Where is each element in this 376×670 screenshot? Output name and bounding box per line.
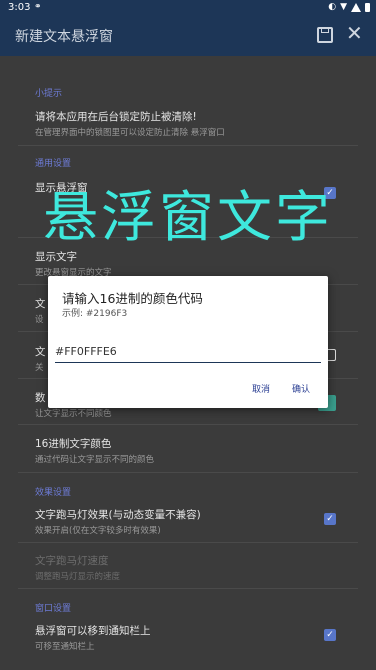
confirm-button[interactable]: 确认: [292, 382, 310, 395]
item-subtitle: 设: [35, 315, 44, 325]
item-title: 文字跑马灯效果(与动态变量不兼容): [35, 509, 201, 521]
item-title: 文字跑马灯速度: [35, 555, 109, 567]
section-window: 窗口设置: [35, 604, 72, 614]
page-title: 新建文本悬浮窗: [15, 29, 113, 45]
divider: [18, 588, 358, 589]
close-icon[interactable]: ✕: [346, 23, 363, 43]
battery-icon: [365, 2, 370, 12]
status-time: 3:03: [8, 2, 31, 13]
checkbox-marquee[interactable]: ✓: [324, 513, 336, 525]
list-item-notif-bar[interactable]: 悬浮窗可以移到通知栏上 可移至通知栏上: [35, 623, 151, 652]
list-item-text-b[interactable]: 文 关: [35, 344, 46, 373]
divider: [18, 145, 358, 146]
divider: [18, 424, 358, 425]
status-bar: 3:03 ⚭ ◐ ▼: [0, 0, 376, 16]
hex-color-dialog: 请输入16进制的颜色代码 示例: #2196F3 取消 确认: [48, 276, 328, 408]
item-subtitle: 可移至通知栏上: [35, 642, 95, 652]
vibrate-icon: ◐: [328, 2, 337, 12]
section-effects: 效果设置: [35, 488, 72, 498]
list-item-tip[interactable]: 请将本应用在后台锁定防止被清除! 在管理界面中的锁图里可以设定防止清除 悬浮窗口: [35, 109, 225, 138]
divider: [18, 472, 358, 473]
item-subtitle: 在管理界面中的锁图里可以设定防止清除 悬浮窗口: [35, 128, 225, 138]
status-icons: ◐ ▼: [328, 2, 370, 12]
signal-icon: [351, 2, 361, 12]
app-bar: 新建文本悬浮窗 ✕: [0, 16, 376, 56]
dialog-example: 示例: #2196F3: [62, 309, 128, 319]
checkbox-notif-bar[interactable]: ✓: [324, 629, 336, 641]
link-icon: ⚭: [34, 2, 42, 12]
item-title: 请将本应用在后台锁定防止被清除!: [35, 111, 197, 123]
list-item-text-a[interactable]: 文 设: [35, 296, 46, 325]
section-tips: 小提示: [35, 89, 63, 99]
save-icon[interactable]: [317, 27, 333, 43]
list-item-show-text[interactable]: 显示文字 更改悬窗显示的文字: [35, 249, 112, 278]
cancel-button[interactable]: 取消: [252, 382, 270, 395]
wifi-icon: ▼: [340, 2, 347, 12]
floating-window-text[interactable]: 悬浮窗文字: [0, 172, 376, 252]
hex-color-input[interactable]: [55, 342, 321, 363]
item-subtitle: 通过代码让文字显示不同的颜色: [35, 455, 155, 465]
list-item-hex-color[interactable]: 16进制文字颜色 通过代码让文字显示不同的颜色: [35, 436, 154, 465]
item-subtitle: 关: [35, 363, 44, 373]
item-title: 文: [35, 346, 46, 358]
item-title: 16进制文字颜色: [35, 438, 112, 450]
section-general: 通用设置: [35, 159, 72, 169]
list-item-marquee-speed[interactable]: 文字跑马灯速度 调整跑马灯显示的速度: [35, 553, 120, 582]
list-item-marquee[interactable]: 文字跑马灯效果(与动态变量不兼容) 效果开启(仅在文字较多时有效果): [35, 507, 201, 536]
dialog-title: 请输入16进制的颜色代码: [62, 291, 203, 306]
item-subtitle: 调整跑马灯显示的速度: [35, 572, 121, 582]
item-title: 悬浮窗可以移到通知栏上: [35, 625, 151, 637]
item-title: 文: [35, 298, 46, 310]
item-subtitle: 效果开启(仅在文字较多时有效果): [35, 526, 161, 536]
item-subtitle: 让文字显示不同颜色: [35, 409, 112, 419]
divider: [18, 542, 358, 543]
